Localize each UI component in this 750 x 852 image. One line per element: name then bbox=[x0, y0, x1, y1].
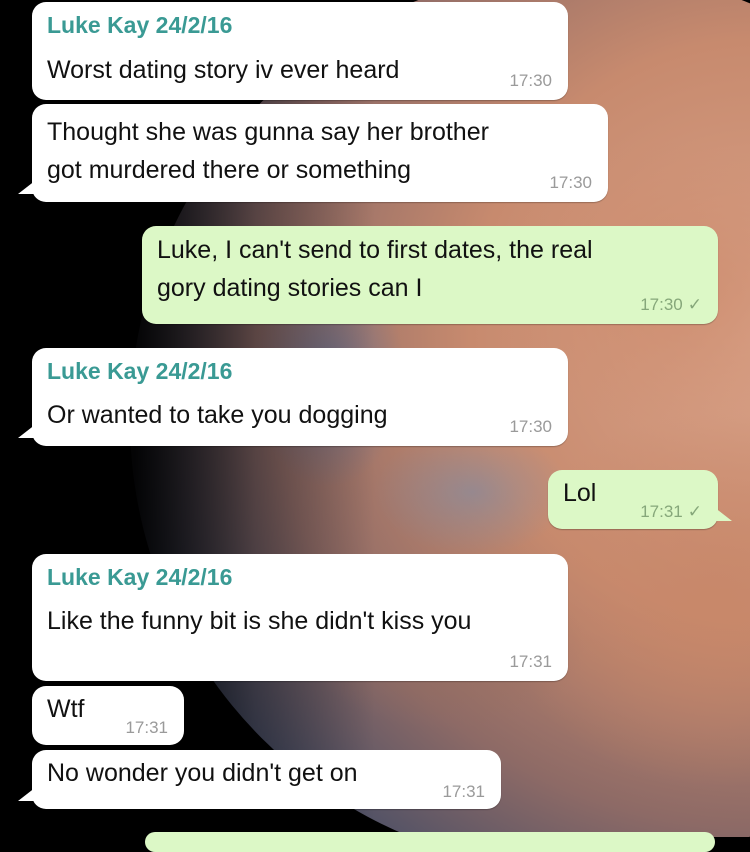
message-timestamp: 17:31 bbox=[442, 782, 485, 801]
incoming-message-bubble[interactable]: Luke Kay 24/2/16 Or wanted to take you d… bbox=[18, 348, 568, 446]
message-text: Luke, I can't send to first dates, the r… bbox=[157, 236, 593, 302]
incoming-message-bubble[interactable]: No wonder you didn't get on 17:31 bbox=[18, 750, 501, 809]
message-text: Lol bbox=[563, 479, 597, 507]
message-sender-name[interactable]: Luke Kay 24/2/16 bbox=[47, 358, 232, 385]
message-timestamp: 17:30 bbox=[509, 71, 552, 90]
message-timestamp: 17:31 ✓ bbox=[640, 502, 702, 522]
message-timestamp: 17:30 bbox=[549, 173, 592, 192]
message-text: Worst dating story iv ever heard bbox=[47, 56, 400, 84]
message-sender-name[interactable]: Luke Kay 24/2/16 bbox=[47, 564, 232, 591]
message-timestamp: 17:30 ✓ bbox=[640, 295, 702, 315]
message-timestamp: 17:31 bbox=[125, 718, 168, 737]
outgoing-message-bubble[interactable]: Luke, I can't send to first dates, the r… bbox=[142, 226, 718, 324]
incoming-message-bubble[interactable]: Luke Kay 24/2/16 Worst dating story iv e… bbox=[32, 2, 568, 100]
message-sender-name[interactable]: Luke Kay 24/2/16 bbox=[47, 12, 232, 39]
message-text: Like the funny bit is she didn't kiss yo… bbox=[47, 607, 472, 635]
message-timestamp: 17:31 bbox=[509, 652, 552, 671]
incoming-message-bubble[interactable]: Wtf 17:31 bbox=[32, 686, 184, 745]
message-text: Thought she was gunna say her brother go… bbox=[47, 118, 489, 184]
message-time: 17:31 bbox=[640, 502, 683, 521]
outgoing-message-bubble[interactable]: Lol 17:31 ✓ bbox=[548, 470, 732, 529]
message-text: No wonder you didn't get on bbox=[47, 759, 358, 787]
single-check-icon: ✓ bbox=[687, 502, 702, 521]
message-text: Wtf bbox=[47, 695, 85, 723]
outgoing-message-bubble-partial[interactable] bbox=[145, 832, 715, 852]
incoming-message-bubble[interactable]: Thought she was gunna say her brother go… bbox=[18, 104, 608, 202]
incoming-message-bubble[interactable]: Luke Kay 24/2/16 Like the funny bit is s… bbox=[32, 554, 568, 681]
message-time: 17:30 bbox=[640, 295, 683, 314]
message-text: Or wanted to take you dogging bbox=[47, 401, 388, 429]
single-check-icon: ✓ bbox=[687, 295, 702, 314]
message-timestamp: 17:30 bbox=[509, 417, 552, 436]
